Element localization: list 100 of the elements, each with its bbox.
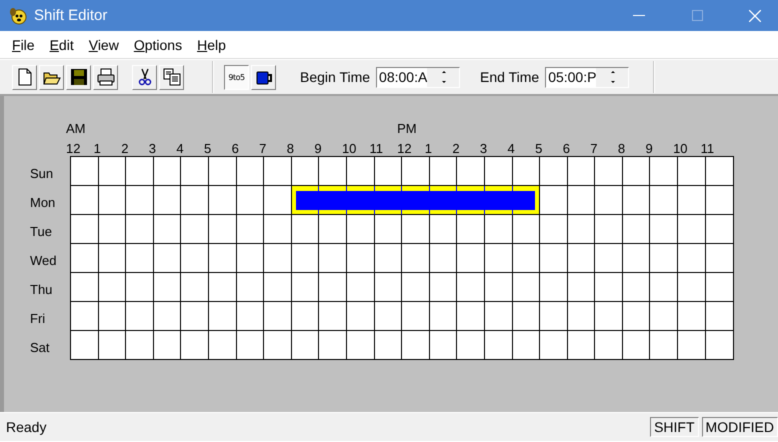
grid-cell[interactable] <box>181 244 209 273</box>
grid-cell[interactable] <box>264 215 292 244</box>
grid-cell[interactable] <box>236 273 264 302</box>
grid-cell[interactable] <box>264 157 292 186</box>
grid-cell[interactable] <box>346 331 375 360</box>
grid-cell[interactable] <box>264 273 292 302</box>
grid-cell[interactable] <box>678 302 706 331</box>
grid-cell[interactable] <box>568 273 596 302</box>
menu-item[interactable]: File <box>5 36 43 52</box>
grid-cell[interactable] <box>346 302 375 331</box>
grid-cell[interactable] <box>71 215 99 244</box>
grid-cell[interactable] <box>98 244 126 273</box>
grid-cell[interactable] <box>292 273 320 302</box>
folder-button[interactable] <box>39 64 64 90</box>
grid-cell[interactable] <box>512 157 540 186</box>
grid-cell[interactable] <box>181 157 209 186</box>
menu-item[interactable]: View <box>82 36 127 52</box>
grid-cell[interactable] <box>678 331 706 360</box>
grid-cell[interactable] <box>208 244 237 273</box>
grid-cell[interactable] <box>512 215 540 244</box>
copy-button[interactable] <box>159 64 184 90</box>
grid-cell[interactable] <box>71 273 99 302</box>
grid-cell[interactable] <box>208 215 237 244</box>
grid-cell[interactable] <box>292 302 320 331</box>
grid-cell[interactable] <box>292 157 320 186</box>
grid-cell[interactable] <box>540 186 568 215</box>
grid-cell[interactable] <box>430 244 458 273</box>
grid-cell[interactable] <box>264 186 292 215</box>
grid-cell[interactable] <box>181 331 209 360</box>
grid-cell[interactable] <box>402 331 430 360</box>
grid-cell[interactable] <box>154 273 182 302</box>
grid-cell[interactable] <box>402 273 430 302</box>
grid-cell[interactable] <box>622 186 650 215</box>
grid-cell[interactable] <box>236 302 264 331</box>
grid-cell[interactable] <box>319 215 347 244</box>
grid-cell[interactable] <box>346 215 375 244</box>
grid-cell[interactable] <box>181 215 209 244</box>
grid-cell[interactable] <box>264 244 292 273</box>
grid-cell[interactable] <box>568 215 596 244</box>
grid-cell[interactable] <box>126 331 154 360</box>
grid-cell[interactable] <box>622 331 650 360</box>
grid-cell[interactable] <box>319 244 347 273</box>
grid-cell[interactable] <box>540 215 568 244</box>
grid-cell[interactable] <box>402 157 430 186</box>
grid-cell[interactable] <box>430 215 458 244</box>
grid-cell[interactable] <box>154 302 182 331</box>
grid-cell[interactable] <box>595 273 623 302</box>
grid-cell[interactable] <box>650 215 678 244</box>
time-field[interactable]: 05:00:P <box>545 66 630 88</box>
time-field[interactable]: 08:00:A <box>376 66 460 88</box>
scissors-button[interactable] <box>132 64 157 90</box>
grid-cell[interactable] <box>236 186 264 215</box>
nine-to-five-button[interactable]: 9to5 <box>224 64 249 90</box>
grid-cell[interactable] <box>484 302 512 331</box>
grid-cell[interactable] <box>430 157 458 186</box>
grid-cell[interactable] <box>678 273 706 302</box>
grid-cell[interactable] <box>264 331 292 360</box>
grid-cell[interactable] <box>346 273 375 302</box>
grid-cell[interactable] <box>402 215 430 244</box>
grid-cell[interactable] <box>512 331 540 360</box>
grid-cell[interactable] <box>126 215 154 244</box>
grid-cell[interactable] <box>595 331 623 360</box>
grid-cell[interactable] <box>208 331 237 360</box>
grid-cell[interactable] <box>126 273 154 302</box>
grid-cell[interactable] <box>71 244 99 273</box>
grid-cell[interactable] <box>512 302 540 331</box>
grid-cell[interactable] <box>595 157 623 186</box>
grid-cell[interactable] <box>71 302 99 331</box>
grid-cell[interactable] <box>595 186 623 215</box>
grid-cell[interactable] <box>622 273 650 302</box>
grid-cell[interactable] <box>678 215 706 244</box>
grid-cell[interactable] <box>512 244 540 273</box>
grid-cell[interactable] <box>71 157 99 186</box>
grid-cell[interactable] <box>650 273 678 302</box>
grid-cell[interactable] <box>374 331 402 360</box>
grid-cell[interactable] <box>98 302 126 331</box>
grid-cell[interactable] <box>650 244 678 273</box>
grid-cell[interactable] <box>457 302 485 331</box>
grid-cell[interactable] <box>126 186 154 215</box>
grid-cell[interactable] <box>595 302 623 331</box>
grid-cell[interactable] <box>568 186 596 215</box>
grid-cell[interactable] <box>208 157 237 186</box>
grid-cell[interactable] <box>374 273 402 302</box>
grid-cell[interactable] <box>181 302 209 331</box>
grid-cell[interactable] <box>650 302 678 331</box>
grid-cell[interactable] <box>457 273 485 302</box>
grid-cell[interactable] <box>540 244 568 273</box>
grid-cell[interactable] <box>154 186 182 215</box>
grid-cell[interactable] <box>374 302 402 331</box>
grid-cell[interactable] <box>346 157 375 186</box>
grid-cell[interactable] <box>126 157 154 186</box>
grid-cell[interactable] <box>208 302 237 331</box>
grid-cell[interactable] <box>484 331 512 360</box>
grid-cell[interactable] <box>98 186 126 215</box>
grid-cell[interactable] <box>540 331 568 360</box>
grid-cell[interactable] <box>595 244 623 273</box>
grid-cell[interactable] <box>319 331 347 360</box>
grid-cell[interactable] <box>126 244 154 273</box>
grid-cell[interactable] <box>568 157 596 186</box>
mug-button[interactable] <box>251 64 276 90</box>
